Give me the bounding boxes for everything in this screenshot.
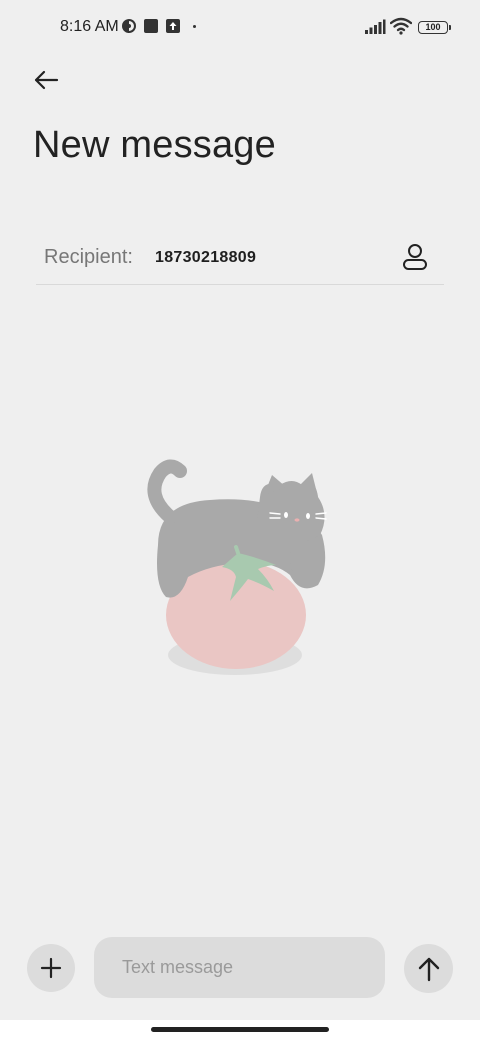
arrow-left-icon — [34, 70, 59, 90]
contact-picker-button[interactable] — [400, 240, 430, 274]
battery-icon: 100 — [418, 21, 451, 34]
back-button[interactable] — [26, 62, 66, 98]
cat-on-tomato-illustration — [147, 459, 327, 675]
text-message-input[interactable] — [94, 937, 385, 998]
add-attachment-button[interactable] — [27, 944, 75, 992]
battery-level: 100 — [425, 22, 441, 32]
wifi-icon — [390, 17, 412, 35]
recipient-row[interactable]: Recipient: 18730218809 — [36, 234, 444, 285]
home-indicator[interactable] — [151, 1027, 329, 1032]
page-title: New message — [33, 124, 276, 166]
status-bar: 8:16 AM 100 — [0, 0, 480, 56]
upload-icon — [166, 19, 180, 33]
recipient-number[interactable]: 18730218809 — [155, 249, 256, 267]
recipient-label: Recipient: — [44, 246, 133, 268]
vpn-icon — [122, 19, 136, 33]
status-time: 8:16 AM — [60, 18, 119, 35]
dot-icon — [193, 25, 196, 28]
plus-icon — [40, 957, 62, 979]
signal-icon — [365, 19, 386, 34]
new-message-screen: 8:16 AM 100 New message Recipient: 18730… — [0, 0, 480, 1040]
person-icon — [403, 244, 427, 270]
square-icon — [144, 19, 158, 33]
send-button[interactable] — [404, 944, 453, 993]
arrow-up-icon — [418, 957, 439, 981]
